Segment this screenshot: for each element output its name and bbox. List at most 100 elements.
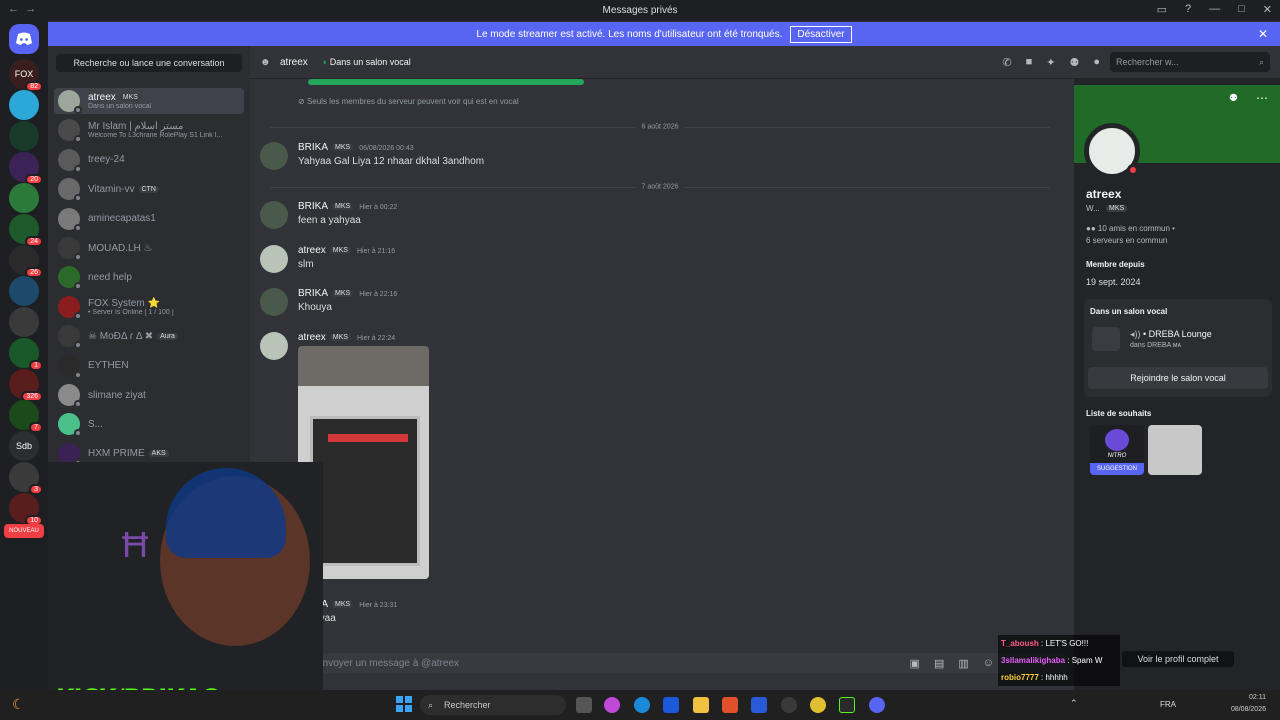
dm-list-item[interactable]: slimane ziyat bbox=[54, 382, 244, 408]
close-banner-icon[interactable]: ✕ bbox=[1258, 27, 1268, 41]
dm-list-item[interactable]: aminecapatas1 bbox=[54, 206, 244, 232]
message-author[interactable]: atreex bbox=[298, 332, 326, 343]
discord-app-icon[interactable] bbox=[869, 697, 885, 713]
message-author[interactable]: atreex bbox=[298, 245, 326, 256]
server-icon[interactable]: Sdb bbox=[9, 431, 39, 461]
add-friend-icon[interactable]: ⚉ bbox=[1229, 93, 1238, 104]
profile-icon[interactable]: ● bbox=[1093, 56, 1100, 69]
server-icon[interactable]: 10 bbox=[9, 493, 43, 526]
dm-list-item[interactable]: Mr Islam | مستر اسلام Welcome To L3chrane… bbox=[54, 117, 244, 144]
dm-list-item[interactable]: S... bbox=[54, 411, 244, 438]
sticker-icon[interactable]: ▥ bbox=[958, 657, 968, 670]
language-indicator[interactable]: FRA bbox=[1160, 700, 1176, 709]
minimize-button[interactable]: — bbox=[1209, 3, 1220, 16]
profile-avatar[interactable] bbox=[1084, 123, 1140, 179]
dm-list-item[interactable]: treey-24 bbox=[54, 147, 244, 173]
message-avatar[interactable] bbox=[260, 142, 288, 170]
message-avatar[interactable] bbox=[260, 332, 288, 360]
status-indicator bbox=[74, 282, 82, 291]
chat-text: hhhhh bbox=[1045, 673, 1068, 682]
inbox-icon[interactable]: ▭ bbox=[1157, 3, 1167, 16]
message-text: slm bbox=[298, 259, 314, 270]
wishlist-item[interactable] bbox=[1148, 425, 1202, 475]
taskbar-search[interactable]: ⌕ Rechercher bbox=[420, 695, 566, 715]
disable-streamer-button[interactable]: Désactiver bbox=[790, 25, 852, 43]
add-friend-icon[interactable]: ⚉ bbox=[1069, 56, 1079, 69]
server-icon[interactable]: 3 bbox=[9, 462, 43, 495]
message-author[interactable]: BRIKA bbox=[298, 142, 328, 153]
discord-home-button[interactable] bbox=[9, 24, 39, 54]
message-input[interactable]: Envoyer un message à @atreex ▣ ▤ ▥ ☺ bbox=[258, 653, 1068, 673]
copilot-icon[interactable] bbox=[604, 697, 620, 713]
dm-list-item[interactable]: ☠ MᴏÐΔ ɾ Δ ✖ Aura bbox=[54, 323, 244, 350]
file-explorer-icon[interactable] bbox=[693, 697, 709, 713]
chrome-icon[interactable] bbox=[810, 697, 826, 713]
dm-name-text: slimane ziyat bbox=[88, 389, 146, 401]
server-icon[interactable]: FOX 82 bbox=[9, 59, 43, 92]
message-author[interactable]: BRIKA bbox=[298, 288, 328, 299]
more-options-icon[interactable]: ⋯ bbox=[1256, 91, 1268, 105]
back-arrow-icon[interactable]: ← → bbox=[8, 3, 36, 15]
weather-icon[interactable]: ☾ bbox=[12, 696, 25, 713]
message-avatar[interactable] bbox=[260, 288, 288, 316]
voice-activity-label: Dans un salon vocal bbox=[1090, 307, 1168, 316]
server-icon[interactable] bbox=[9, 183, 39, 213]
dm-list-item[interactable]: Vitamin-vv CTN bbox=[54, 176, 244, 203]
server-icon[interactable]: 24 bbox=[9, 214, 43, 247]
server-icon[interactable]: 1 bbox=[9, 338, 43, 371]
mutual-friends[interactable]: ●● 10 amis en commun • bbox=[1086, 224, 1175, 233]
server-icon[interactable] bbox=[9, 276, 39, 306]
start-button[interactable] bbox=[396, 696, 412, 712]
call-icon[interactable]: ✆ bbox=[1002, 56, 1011, 69]
status-indicator bbox=[74, 135, 82, 144]
pin-icon[interactable]: ✦ bbox=[1046, 56, 1055, 69]
dm-name: FOX System ⭐ bbox=[88, 298, 174, 309]
server-icon[interactable] bbox=[9, 121, 39, 151]
server-icon[interactable] bbox=[9, 307, 39, 337]
view-full-profile-button[interactable]: Voir le profil complet bbox=[1122, 651, 1234, 667]
window-title: Messages privés bbox=[602, 5, 678, 16]
mutual-servers[interactable]: 6 serveurs en commun bbox=[1086, 236, 1167, 245]
task-view-icon[interactable] bbox=[576, 697, 592, 713]
join-voice-button[interactable]: Rejoindre le salon vocal bbox=[1088, 367, 1268, 389]
dm-list-item[interactable]: atreex MKS Dans un salon vocal bbox=[54, 88, 244, 114]
steam-icon[interactable] bbox=[781, 697, 797, 713]
ea-icon[interactable] bbox=[751, 697, 767, 713]
wishlist-nitro-item[interactable]: NITRO SUGGESTION bbox=[1090, 425, 1144, 475]
server-icon[interactable] bbox=[9, 90, 39, 120]
message-avatar[interactable] bbox=[260, 245, 288, 273]
emoji-icon[interactable]: ☺ bbox=[983, 657, 994, 670]
message-avatar[interactable] bbox=[260, 201, 288, 229]
gif-icon[interactable]: ▤ bbox=[934, 657, 944, 670]
store-icon[interactable] bbox=[663, 697, 679, 713]
server-icon[interactable]: 7 bbox=[9, 400, 43, 433]
dm-name: MOUAD.LH ♨ bbox=[88, 243, 153, 254]
clock[interactable]: 02:11 08/08/2026 bbox=[1231, 692, 1266, 716]
dm-list-item[interactable]: need help bbox=[54, 264, 244, 291]
video-icon[interactable]: ■ bbox=[1026, 56, 1033, 69]
close-button[interactable]: ✕ bbox=[1263, 3, 1272, 16]
server-icon[interactable]: NOUVEAU bbox=[4, 524, 44, 538]
clock-time: 02:11 bbox=[1249, 694, 1266, 701]
server-icon[interactable]: 26 bbox=[9, 245, 43, 278]
maximize-button[interactable]: □ bbox=[1238, 3, 1245, 16]
search-input[interactable]: Rechercher w... ⌕ bbox=[1110, 52, 1270, 72]
dm-name-text: S... bbox=[88, 418, 104, 430]
message-author[interactable]: BRIKA bbox=[298, 201, 328, 212]
kick-app-icon[interactable] bbox=[839, 697, 855, 713]
edge-icon[interactable] bbox=[634, 697, 650, 713]
gift-icon[interactable]: ▣ bbox=[910, 657, 920, 670]
help-icon[interactable]: ? bbox=[1185, 3, 1191, 16]
server-tag: MKS bbox=[329, 246, 351, 254]
message-time: 06/08/2026 00:43 bbox=[359, 145, 414, 152]
dm-list-item[interactable]: MOUAD.LH ♨ bbox=[54, 235, 244, 261]
brave-icon[interactable] bbox=[722, 697, 738, 713]
tray-arrow-icon[interactable]: ⌃ bbox=[1070, 698, 1078, 709]
dm-list-item[interactable]: FOX System ⭐ • Server Is Online [ 1 / 100… bbox=[54, 294, 244, 320]
server-tag: MKS bbox=[332, 202, 354, 210]
dm-search-button[interactable]: Recherche ou lance une conversation bbox=[56, 54, 242, 72]
header-username[interactable]: atreex bbox=[280, 57, 308, 68]
dm-list-item[interactable]: EYTHEN bbox=[54, 353, 244, 379]
server-icon[interactable]: 20 bbox=[9, 152, 43, 185]
server-icon[interactable]: 326 bbox=[9, 369, 43, 402]
